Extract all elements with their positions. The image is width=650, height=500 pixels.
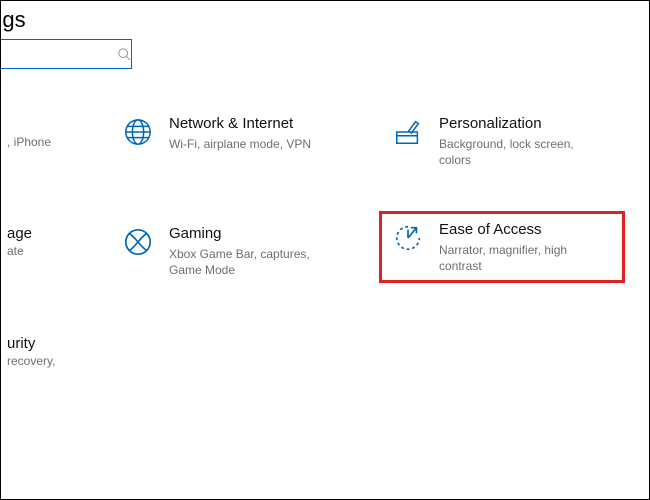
search-input[interactable]	[0, 40, 117, 68]
search-box[interactable]	[0, 39, 132, 69]
tile-phone-fragment[interactable]: , iPhone	[7, 133, 51, 149]
tile-subtitle: Xbox Game Bar, captures, Game Mode	[169, 246, 339, 278]
tile-update-security-fragment[interactable]: urity recovery,	[7, 335, 55, 368]
tile-gaming[interactable]: Gaming Xbox Game Bar, captures, Game Mod…	[121, 225, 361, 278]
ease-of-access-icon	[391, 221, 425, 255]
xbox-icon	[121, 225, 155, 259]
tile-network[interactable]: Network & Internet Wi-Fi, airplane mode,…	[121, 115, 361, 152]
globe-icon	[121, 115, 155, 149]
search-icon	[117, 47, 131, 61]
tile-personalization[interactable]: Personalization Background, lock screen,…	[391, 115, 631, 168]
categories-grid: , iPhone age ate urity recovery, Network…	[1, 85, 649, 445]
header: ttings	[1, 1, 649, 85]
tile-ease-of-access[interactable]: Ease of Access Narrator, magnifier, high…	[391, 221, 631, 274]
paintbrush-icon	[391, 115, 425, 149]
tile-title: Network & Internet	[169, 115, 311, 134]
tile-subtitle: Narrator, magnifier, high contrast	[439, 242, 609, 274]
tile-subtitle: Wi-Fi, airplane mode, VPN	[169, 136, 311, 152]
tile-title: Gaming	[169, 225, 339, 244]
tile-subtitle: Background, lock screen, colors	[439, 136, 609, 168]
tile-title: Ease of Access	[439, 221, 609, 240]
tile-time-language-fragment[interactable]: age ate	[7, 225, 32, 258]
page-title: ttings	[0, 7, 649, 33]
tile-title: Personalization	[439, 115, 609, 134]
settings-window: ttings , iPhone age ate urity recovery,	[0, 0, 650, 500]
